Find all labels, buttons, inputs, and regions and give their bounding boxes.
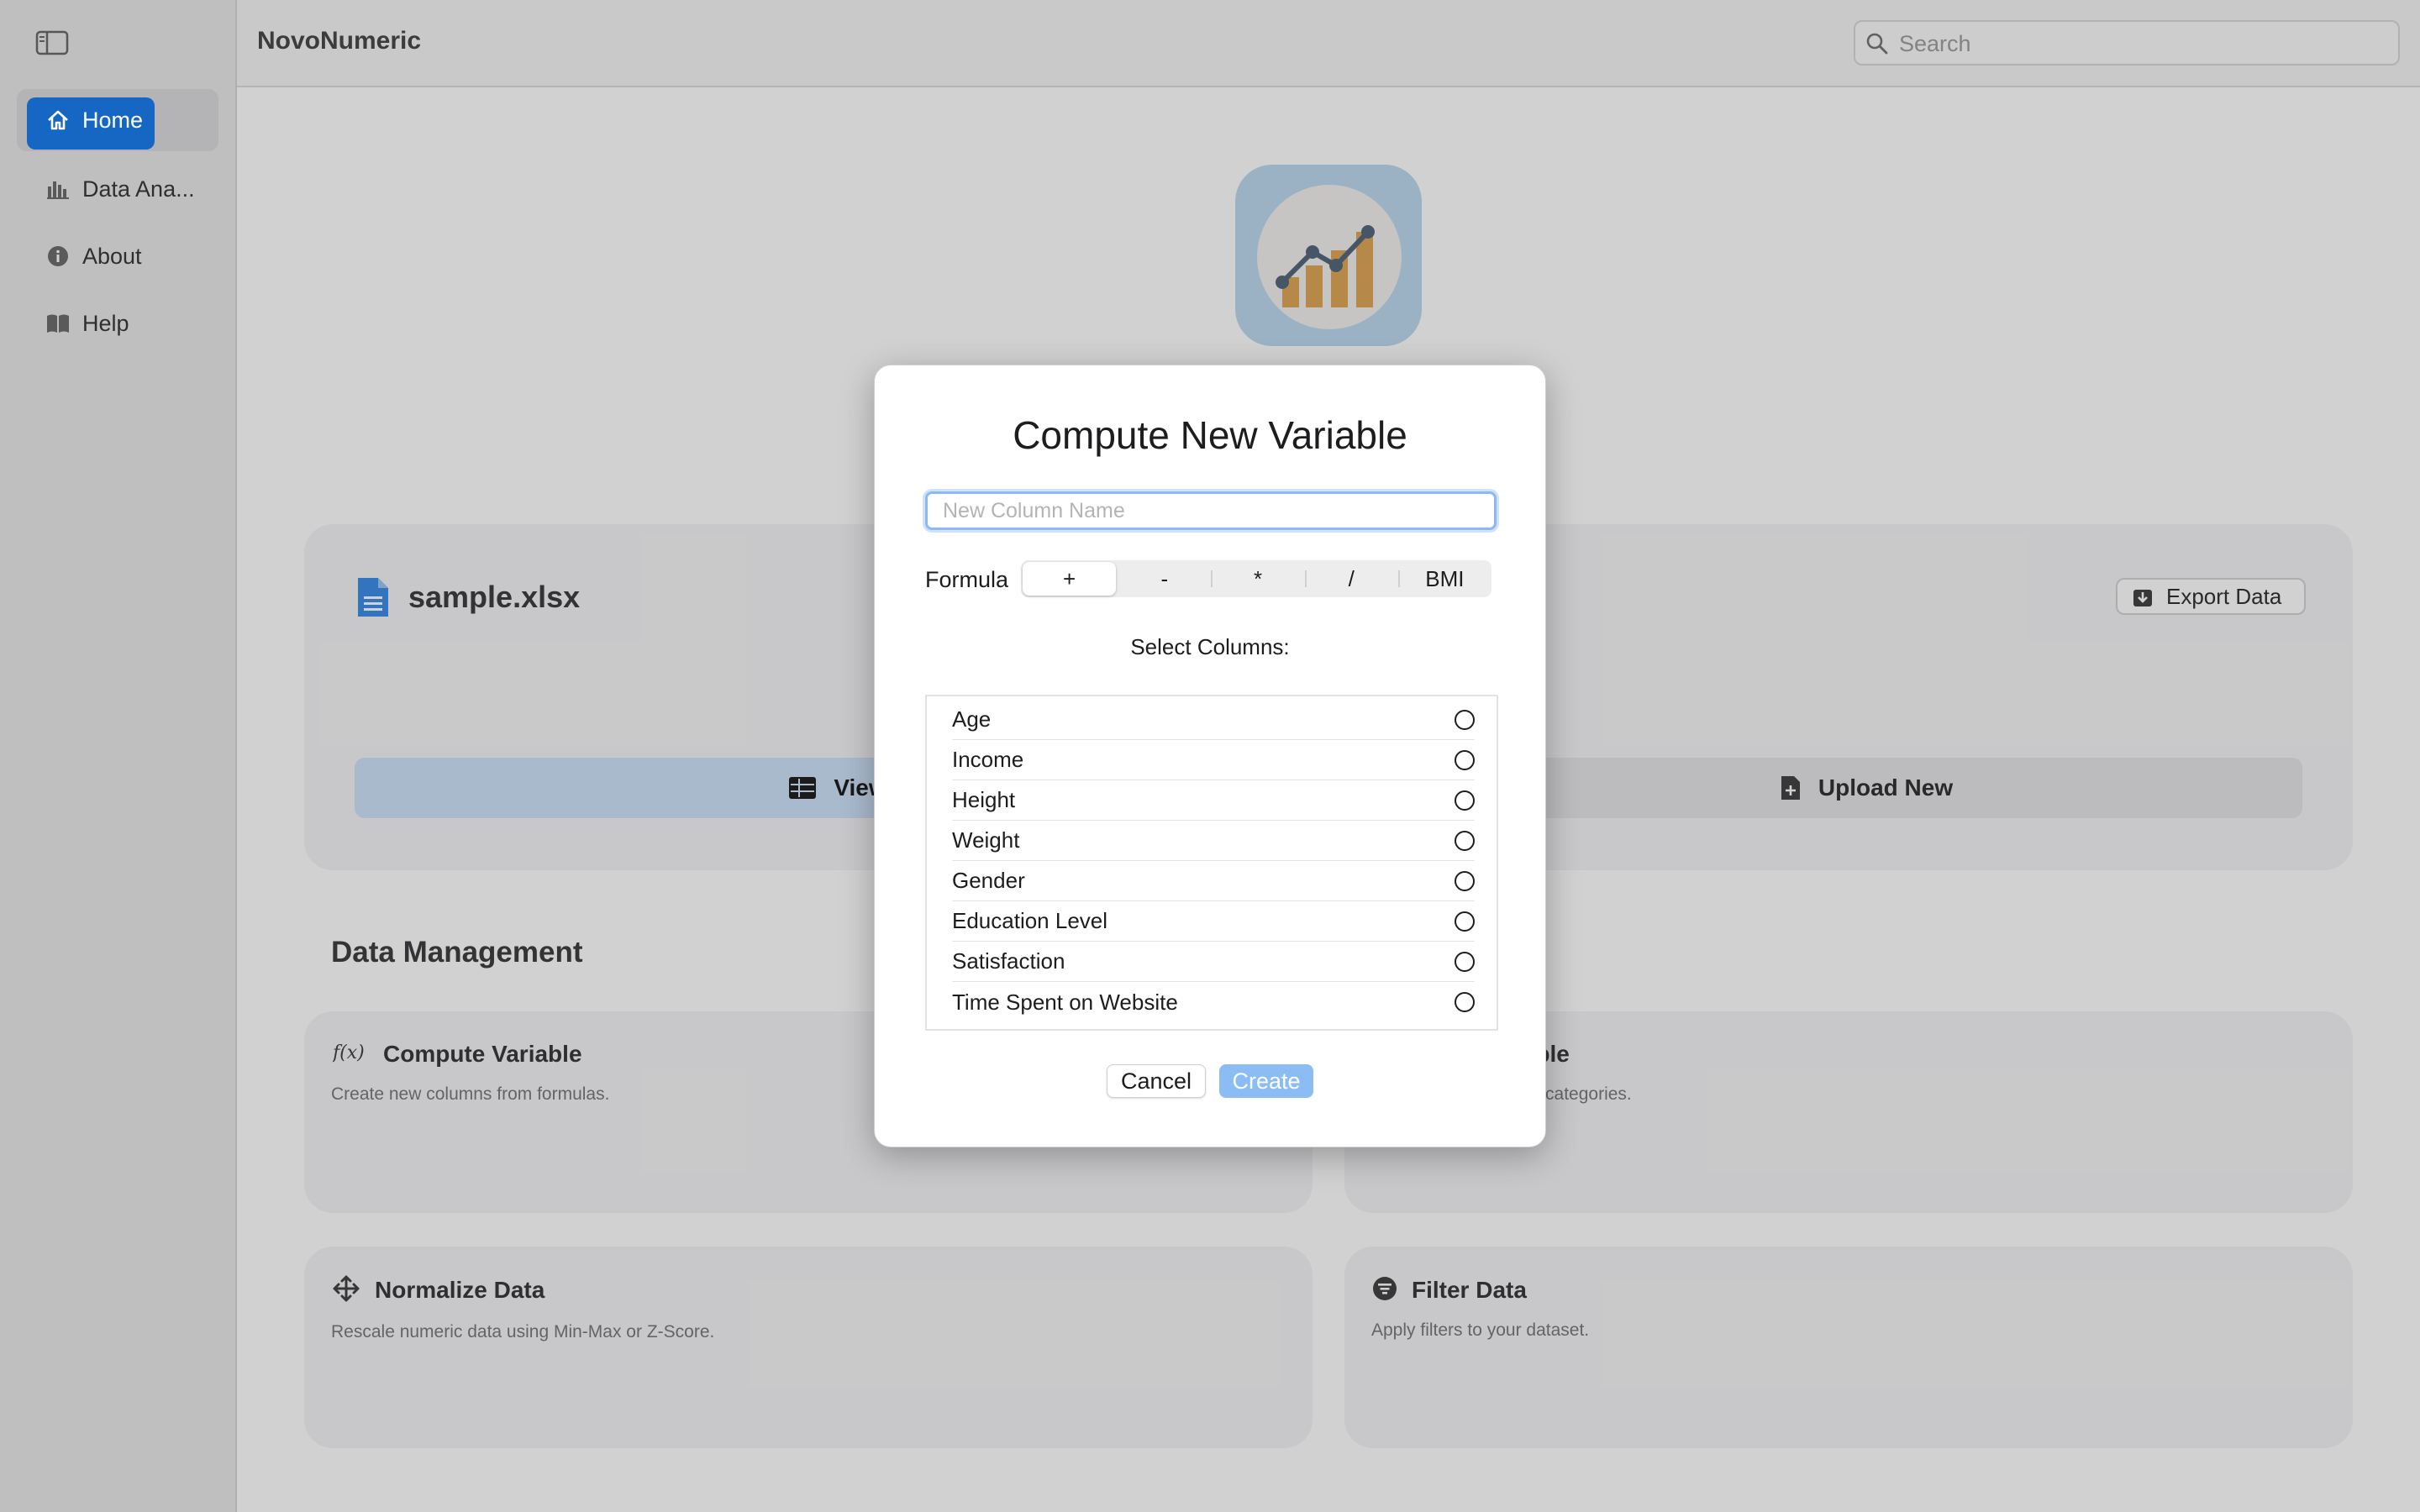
compute-variable-dialog: Compute New Variable Formula + - * / BMI… (874, 365, 1546, 1147)
formula-option-minus[interactable]: - (1118, 560, 1211, 597)
formula-option-plus[interactable]: + (1023, 562, 1117, 596)
column-name: Income (952, 747, 1024, 772)
column-name: Satisfaction (952, 948, 1065, 974)
sidebar-item-label: Home (82, 107, 144, 133)
list-item[interactable]: Weight (952, 821, 1475, 861)
formula-segmented-control: + - * / BMI (1021, 560, 1491, 597)
column-list[interactable]: Age Income Height Weight Gender Educatio… (925, 695, 1498, 1031)
radio-button[interactable] (1455, 709, 1475, 730)
list-item[interactable]: Height (952, 780, 1475, 821)
list-item[interactable]: Satisfaction (952, 942, 1475, 982)
column-name: Gender (952, 868, 1025, 893)
radio-button[interactable] (1455, 870, 1475, 891)
column-name: Height (952, 787, 1016, 812)
column-name: Education Level (952, 908, 1108, 933)
column-name: Weight (952, 827, 1020, 853)
radio-button[interactable] (1455, 749, 1475, 770)
column-name: Age (952, 706, 992, 732)
house-icon (44, 106, 72, 134)
formula-option-multiply[interactable]: * (1211, 560, 1304, 597)
formula-option-bmi[interactable]: BMI (1397, 560, 1491, 597)
radio-button[interactable] (1455, 790, 1475, 811)
new-column-name-input[interactable] (925, 491, 1497, 530)
list-item[interactable]: Gender (952, 861, 1475, 901)
list-item[interactable]: Age (952, 700, 1475, 740)
list-item[interactable]: Education Level (952, 901, 1475, 942)
radio-button[interactable] (1455, 951, 1475, 972)
formula-label: Formula (925, 567, 1009, 592)
select-columns-label: Select Columns: (1130, 634, 1290, 659)
create-button[interactable]: Create (1219, 1064, 1313, 1098)
radio-button[interactable] (1455, 992, 1475, 1012)
list-item[interactable]: Time Spent on Website (952, 982, 1475, 1022)
list-item[interactable]: Income (952, 740, 1475, 780)
cancel-button[interactable]: Cancel (1107, 1064, 1206, 1098)
radio-button[interactable] (1455, 830, 1475, 851)
dialog-title: Compute New Variable (1013, 413, 1407, 457)
formula-option-divide[interactable]: / (1304, 560, 1398, 597)
radio-button[interactable] (1455, 911, 1475, 932)
column-name: Time Spent on Website (952, 989, 1178, 1015)
